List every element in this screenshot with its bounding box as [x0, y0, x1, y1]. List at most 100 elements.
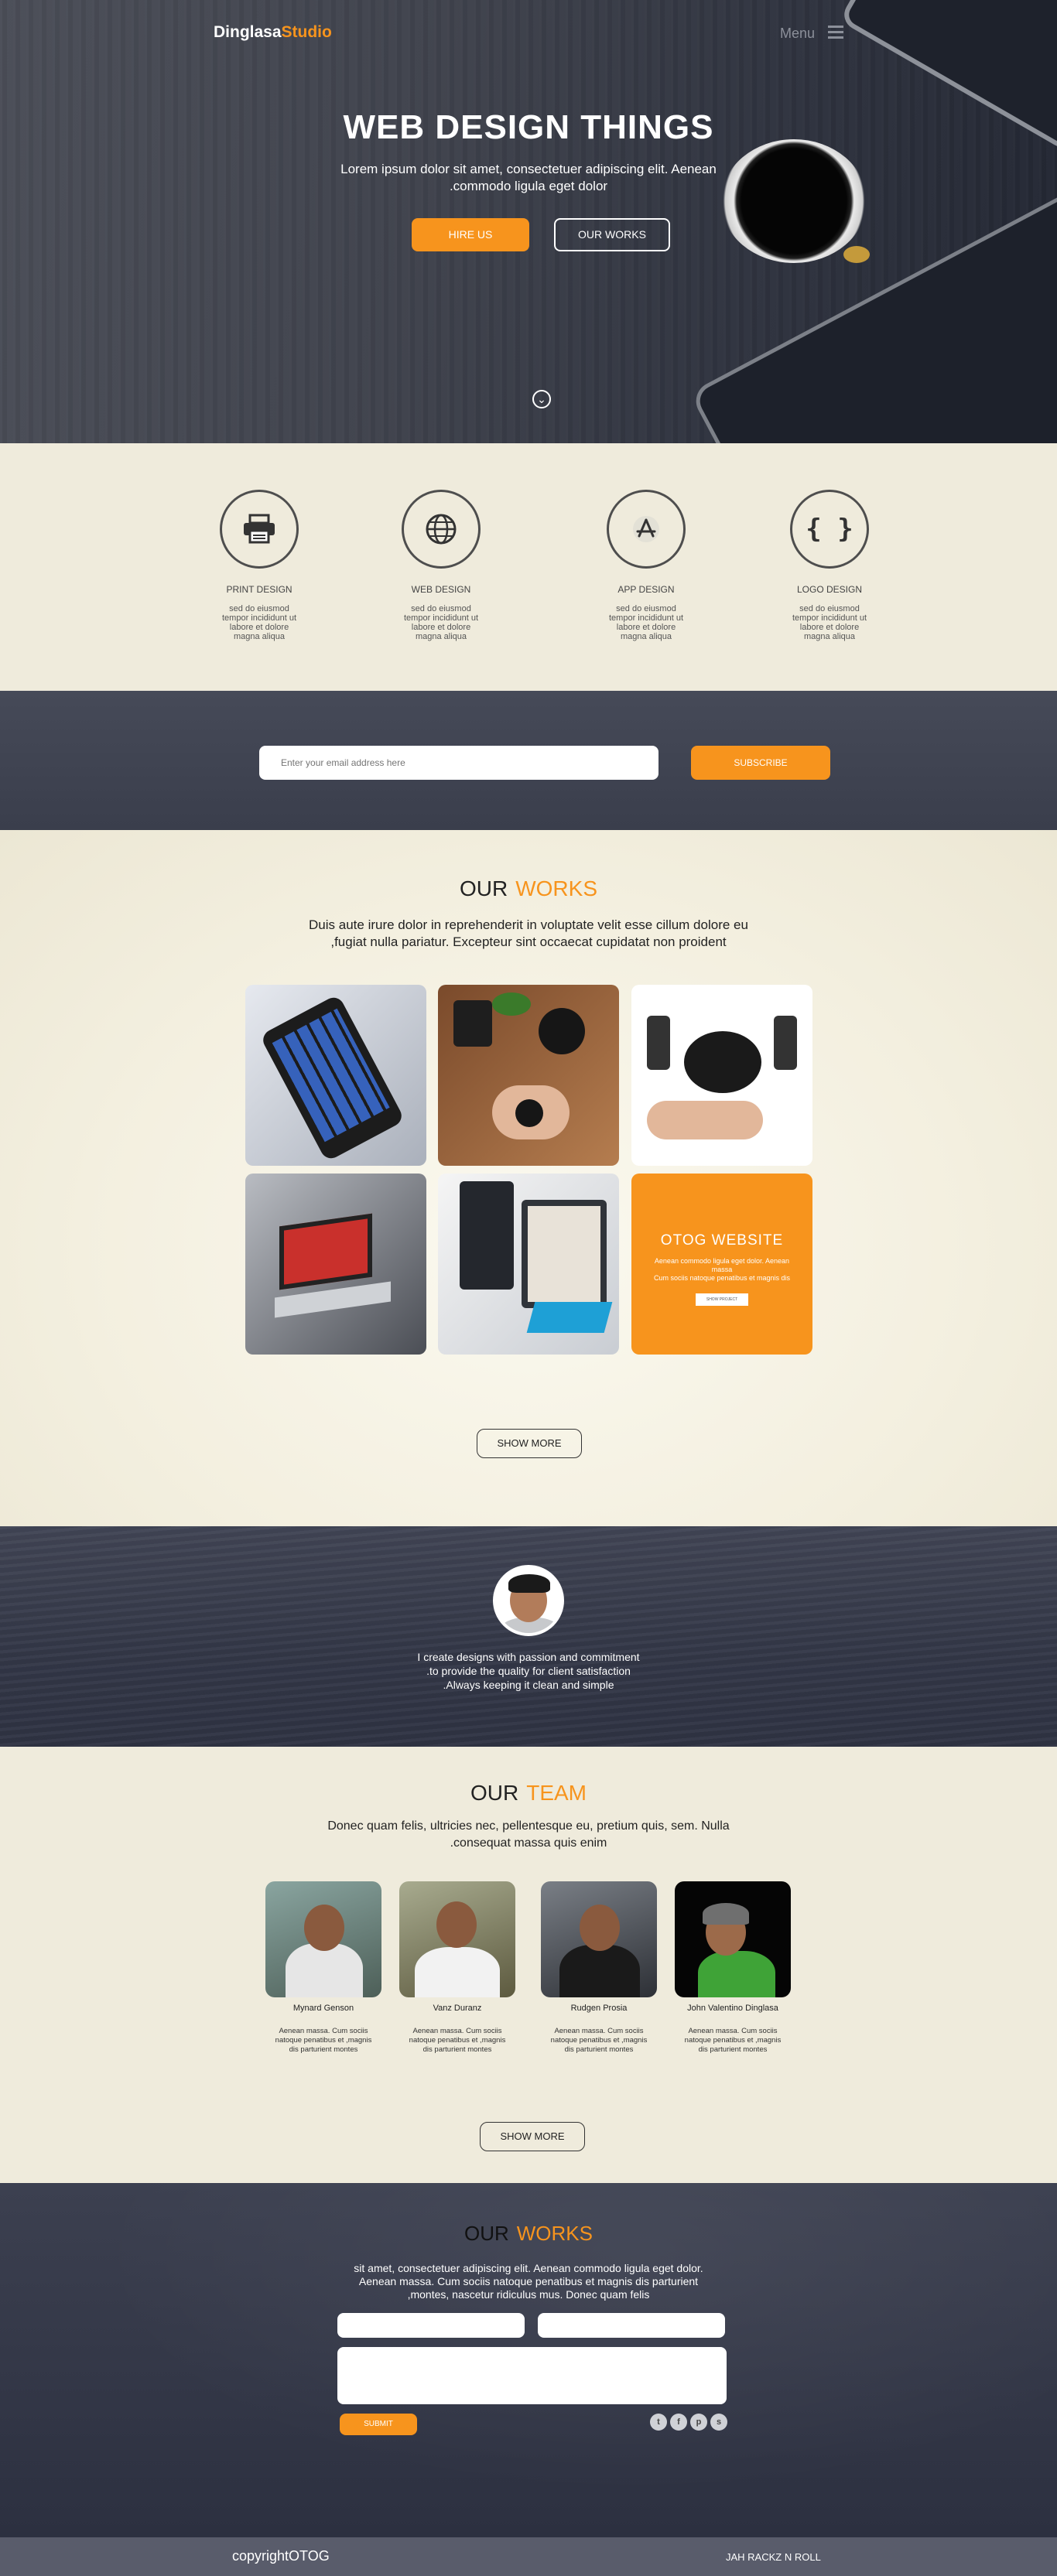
team-member[interactable]: Vanz Duranz Aenean massa. Cum sociis nat…	[399, 1881, 515, 2055]
brand-main: Dinglasa	[214, 23, 282, 41]
work-tile-tablets[interactable]	[438, 1174, 619, 1355]
works-title-main: OUR	[459, 876, 508, 900]
service-print-design[interactable]: PRINT DESIGN sed do eiusmod tempor incid…	[190, 490, 329, 641]
team-description: Donec quam felis, ultricies nec, pellent…	[281, 1818, 776, 1852]
drone-rotor-right	[774, 1016, 797, 1070]
person-head	[436, 1901, 477, 1948]
message-field[interactable]	[337, 2347, 727, 2404]
member-bio: Aenean massa. Cum sociis natoque penatib…	[409, 2027, 506, 2054]
service-text: sed do eiusmod tempor incididunt ut labo…	[222, 604, 296, 641]
work-tile-camera[interactable]	[438, 985, 619, 1166]
contact-desc-line1: sit amet, consectetuer adipiscing elit. …	[354, 2262, 703, 2274]
copyright-text: copyrightOTOG	[232, 2548, 330, 2564]
team-show-more-button[interactable]: SHOW MORE	[480, 2122, 585, 2151]
printer-icon	[220, 490, 299, 569]
background-texture	[0, 1526, 1057, 1747]
footer: copyrightOTOG JAH RACKZ N ROLL	[0, 2537, 1057, 2576]
works-desc-line1: Duis aute irure dolor in reprehenderit i…	[309, 917, 748, 932]
member-bio: Aenean massa. Cum sociis natoque penatib…	[275, 2027, 372, 2054]
subscribe-button[interactable]: SUBSCRIBE	[691, 746, 830, 780]
service-title: LOGO DESIGN	[796, 584, 863, 595]
menu-label[interactable]: Menu	[780, 26, 815, 42]
works-description: Duis aute irure dolor in reprehenderit i…	[281, 917, 776, 951]
footer-tagline: JAH RACKZ N ROLL	[726, 2551, 821, 2563]
brand-accent: Studio	[281, 23, 332, 41]
team-desc-line1: Donec quam felis, ultricies nec, pellent…	[327, 1819, 730, 1833]
works-title: OUR WORKS	[0, 876, 1057, 901]
avatar-hair	[508, 1574, 550, 1593]
phone-on-table-image	[453, 1000, 492, 1047]
featured-text: Aenean commodo ligula eget dolor. Aenean…	[631, 1257, 812, 1283]
person-head	[580, 1905, 620, 1951]
team-title-main: OUR	[470, 1781, 519, 1805]
member-photo	[541, 1881, 657, 1997]
show-project-button[interactable]: SHOW PROJECT	[696, 1293, 748, 1306]
our-works-button[interactable]: OUR WORKS	[554, 218, 670, 251]
drone-rotor-left	[647, 1016, 670, 1070]
email-field[interactable]	[538, 2313, 725, 2338]
member-name: Mynard Genson	[292, 2004, 354, 2013]
featured-title: OTOG WEBSITE	[660, 1232, 784, 1249]
team-desc-line2: .consequat massa quis enim	[450, 1836, 607, 1850]
contact-title: OUR WORKS	[0, 2222, 1057, 2246]
works-title-accent: WORKS	[515, 876, 597, 900]
facebook-icon[interactable]: f	[670, 2414, 687, 2431]
work-tile-laptop[interactable]	[245, 1174, 426, 1355]
featured-text-line1: Aenean commodo ligula eget dolor. Aenean…	[654, 1257, 790, 1273]
spoon-image	[843, 246, 870, 263]
member-photo	[675, 1881, 791, 1997]
beanie-image	[703, 1903, 749, 1925]
tablet-image	[460, 1181, 514, 1290]
works-desc-line2: ,fugiat nulla pariatur. Excepteur sint o…	[330, 934, 727, 949]
featured-text-line2: Cum sociis natoque penatibus et magnis d…	[653, 1274, 791, 1282]
team-member[interactable]: Rudgen Prosia Aenean massa. Cum sociis n…	[541, 1881, 657, 2055]
twitter-icon[interactable]: t	[650, 2414, 667, 2431]
hero-section: DinglasaStudio Menu WEB DESIGN THINGS Lo…	[0, 0, 1057, 443]
skype-icon[interactable]: s	[710, 2414, 727, 2431]
contact-description: sit amet, consectetuer adipiscing elit. …	[327, 2262, 730, 2301]
team-member[interactable]: Mynard Genson Aenean massa. Cum sociis n…	[265, 1881, 381, 2055]
pinterest-icon[interactable]: p	[690, 2414, 707, 2431]
service-text: sed do eiusmod tempor incididunt ut labo…	[609, 604, 683, 641]
globe-icon	[402, 490, 481, 569]
hamburger-menu-icon[interactable]	[828, 26, 843, 39]
person-head	[304, 1905, 344, 1951]
services-section: PRINT DESIGN sed do eiusmod tempor incid…	[0, 443, 1057, 691]
service-title: WEB DESIGN	[411, 584, 471, 595]
contact-title-accent: WORKS	[516, 2222, 593, 2245]
plant-image	[492, 992, 531, 1016]
avatar	[493, 1565, 564, 1636]
person-body	[286, 1943, 363, 1997]
drone-image	[684, 1031, 761, 1093]
smartphone-image	[259, 993, 405, 1163]
camera-lens-image	[539, 1008, 585, 1054]
submit-button[interactable]: SUBMIT	[340, 2414, 417, 2435]
team-member[interactable]: John Valentino Dinglasa Aenean massa. Cu…	[675, 1881, 791, 2055]
work-tile-smartphone[interactable]	[245, 985, 426, 1166]
service-web-design[interactable]: WEB DESIGN sed do eiusmod tempor incidid…	[371, 490, 511, 641]
chevron-down-icon[interactable]: ⌄	[532, 390, 551, 408]
service-app-design[interactable]: APP DESIGN sed do eiusmod tempor incidid…	[576, 490, 716, 641]
quote-line1: I create designs with passion and commit…	[417, 1651, 640, 1663]
hero-subtitle-line1: Lorem ipsum dolor sit amet, consectetuer…	[340, 162, 717, 176]
email-input[interactable]	[259, 746, 658, 780]
work-tile-drone[interactable]	[631, 985, 812, 1166]
laptop-screen-image	[279, 1213, 372, 1290]
testimonial-quote: I create designs with passion and commit…	[296, 1650, 761, 1692]
hero-subtitle-line2: .commodo ligula eget dolor	[449, 179, 608, 193]
member-name: Rudgen Prosia	[570, 2004, 628, 2013]
name-field[interactable]	[337, 2313, 525, 2338]
service-text: sed do eiusmod tempor incididunt ut labo…	[404, 604, 478, 641]
work-tile-featured[interactable]: OTOG WEBSITE Aenean commodo ligula eget …	[631, 1174, 812, 1355]
member-name: Vanz Duranz	[433, 2004, 482, 2013]
quote-line3: .Always keeping it clean and simple	[443, 1679, 614, 1691]
hire-us-button[interactable]: HIRE US	[412, 218, 529, 251]
works-show-more-button[interactable]: SHOW MORE	[477, 1429, 582, 1458]
service-logo-design[interactable]: { } LOGO DESIGN sed do eiusmod tempor in…	[760, 490, 899, 641]
quote-line2: .to provide the quality for client satis…	[426, 1665, 631, 1677]
person-body	[415, 1947, 500, 1997]
brand-logo[interactable]: DinglasaStudio	[214, 23, 332, 42]
keyboard-image	[526, 1302, 613, 1333]
member-bio: Aenean massa. Cum sociis natoque penatib…	[684, 2027, 782, 2054]
person-body	[559, 1945, 640, 1997]
